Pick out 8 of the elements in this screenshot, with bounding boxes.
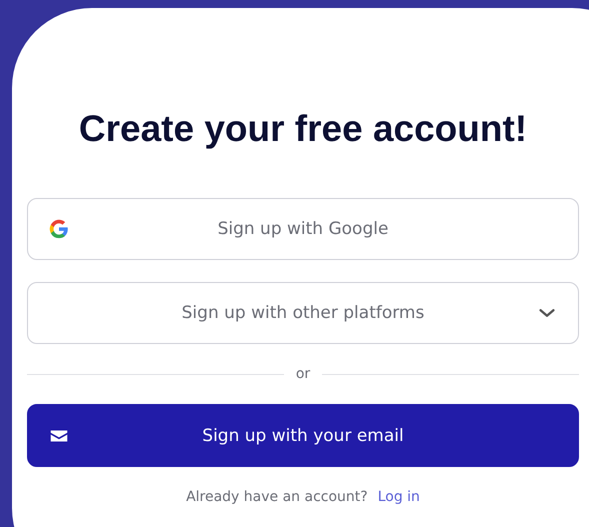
other-platforms-dropdown[interactable]: Sign up with other platforms: [27, 282, 579, 344]
page-title: Create your free account!: [78, 108, 528, 150]
login-link[interactable]: Log in: [378, 489, 420, 505]
divider-label: or: [296, 366, 310, 382]
google-signup-button[interactable]: Sign up with Google: [27, 198, 579, 260]
email-signup-button[interactable]: Sign up with your email: [27, 404, 579, 467]
login-prompt: Already have an account?: [186, 489, 368, 505]
google-g-icon: [48, 218, 70, 240]
